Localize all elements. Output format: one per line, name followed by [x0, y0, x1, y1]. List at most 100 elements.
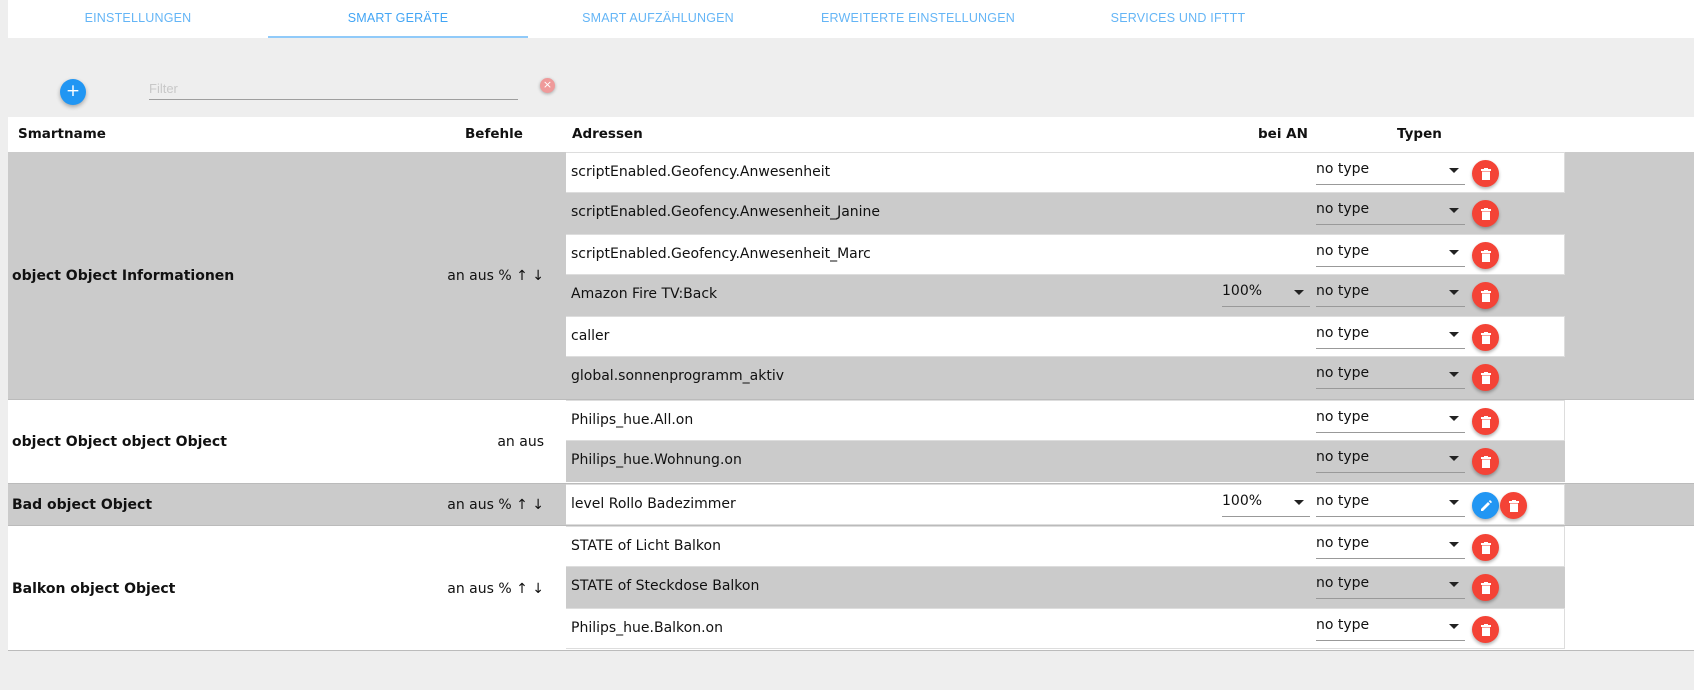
- address-row: Amazon Fire TV:Back 100% no type: [566, 275, 1565, 316]
- type-value: no type: [1316, 535, 1370, 551]
- type-value: no type: [1316, 201, 1370, 217]
- tab-einstellungen[interactable]: EINSTELLUNGEN: [8, 0, 268, 38]
- type-select[interactable]: no type: [1316, 535, 1465, 559]
- pencil-icon: [1480, 499, 1492, 511]
- address-row: STATE of Licht Balkon no type: [566, 526, 1565, 567]
- caret-down-icon: [1449, 208, 1459, 213]
- address-row: global.sonnenprogramm_aktiv no type: [566, 357, 1565, 398]
- trash-icon: [1508, 499, 1519, 512]
- delete-button[interactable]: [1472, 200, 1499, 227]
- type-select[interactable]: no type: [1316, 161, 1465, 185]
- caret-down-icon: [1449, 542, 1459, 547]
- page: EINSTELLUNGEN SMART GERÄTE SMART AUFZÄHLUN…: [8, 0, 1694, 690]
- address-row: STATE of Steckdose Balkon no type: [566, 567, 1565, 608]
- bei-an-value: 100%: [1222, 283, 1263, 299]
- type-select[interactable]: no type: [1316, 575, 1465, 599]
- address-name: STATE of Steckdose Balkon: [571, 578, 760, 594]
- trash-icon: [1480, 249, 1491, 262]
- caret-down-icon: [1449, 168, 1459, 173]
- type-value: no type: [1316, 325, 1370, 341]
- trash-icon: [1480, 415, 1491, 428]
- delete-button[interactable]: [1472, 282, 1499, 309]
- tab-erweiterte-einstellungen[interactable]: ERWEITERTE EINSTELLUNGEN: [788, 0, 1048, 38]
- caret-down-icon: [1449, 250, 1459, 255]
- type-select[interactable]: no type: [1316, 283, 1465, 307]
- trash-icon: [1480, 371, 1491, 384]
- bei-an-select[interactable]: 100%: [1222, 283, 1310, 307]
- smartname[interactable]: Bad object Object: [12, 497, 152, 513]
- delete-button[interactable]: [1472, 408, 1499, 435]
- trash-icon: [1480, 541, 1491, 554]
- clear-filter-button[interactable]: ×: [540, 78, 555, 93]
- address-row: Philips_hue.Wohnung.on no type: [566, 441, 1565, 482]
- caret-down-icon: [1449, 500, 1459, 505]
- bei-an-select[interactable]: 100%: [1222, 493, 1310, 517]
- address-row: scriptEnabled.Geofency.Anwesenheit_Janin…: [566, 193, 1565, 234]
- header-befehle: Befehle: [465, 126, 523, 142]
- type-select[interactable]: no type: [1316, 325, 1465, 349]
- commands: an aus % ↑ ↓: [447, 268, 544, 284]
- address-row: scriptEnabled.Geofency.Anwesenheit_Marc n…: [566, 234, 1565, 275]
- address-row: Philips_hue.All.on no type: [566, 400, 1565, 441]
- address-row: scriptEnabled.Geofency.Anwesenheit no typ…: [566, 152, 1565, 193]
- caret-down-icon: [1449, 372, 1459, 377]
- delete-button[interactable]: [1472, 574, 1499, 601]
- type-select[interactable]: no type: [1316, 243, 1465, 267]
- delete-button[interactable]: [1500, 492, 1527, 519]
- filter-input[interactable]: [149, 78, 518, 100]
- type-value: no type: [1316, 409, 1370, 425]
- device-group: Bad object Object an aus % ↑ ↓ level Roll…: [8, 484, 1694, 526]
- trash-icon: [1480, 167, 1491, 180]
- type-value: no type: [1316, 449, 1370, 465]
- type-value: no type: [1316, 493, 1370, 509]
- type-select[interactable]: no type: [1316, 409, 1465, 433]
- type-select[interactable]: no type: [1316, 493, 1465, 517]
- address-name: level Rollo Badezimmer: [571, 496, 736, 512]
- address-name: Amazon Fire TV:Back: [571, 286, 718, 302]
- trash-icon: [1480, 289, 1491, 302]
- bei-an-value: 100%: [1222, 493, 1263, 509]
- caret-down-icon: [1294, 500, 1304, 505]
- delete-button[interactable]: [1472, 364, 1499, 391]
- caret-down-icon: [1294, 290, 1304, 295]
- delete-button[interactable]: [1472, 324, 1499, 351]
- type-value: no type: [1316, 283, 1370, 299]
- commands: an aus % ↑ ↓: [447, 580, 544, 597]
- trash-icon: [1480, 581, 1491, 594]
- address-name: scriptEnabled.Geofency.Anwesenheit: [571, 164, 831, 180]
- caret-down-icon: [1449, 290, 1459, 295]
- smartname[interactable]: object Object Informationen: [12, 268, 234, 284]
- delete-button[interactable]: [1472, 160, 1499, 187]
- caret-down-icon: [1449, 456, 1459, 461]
- smartname[interactable]: object Object object Object: [12, 434, 227, 450]
- edit-button[interactable]: [1472, 492, 1499, 519]
- type-select[interactable]: no type: [1316, 201, 1465, 225]
- table-header: Smartname Befehle Adressen bei AN Typen: [8, 117, 1694, 152]
- header-smartname: Smartname: [18, 126, 106, 142]
- smartname[interactable]: Balkon object Object: [12, 581, 175, 597]
- address-name: scriptEnabled.Geofency.Anwesenheit_Janin…: [571, 204, 881, 220]
- type-value: no type: [1316, 161, 1370, 177]
- device-group: Balkon object Object an aus % ↑ ↓ STATE o…: [8, 526, 1694, 651]
- caret-down-icon: [1449, 582, 1459, 587]
- address-name: Philips_hue.All.on: [571, 412, 694, 428]
- tab-smart-aufzählungen[interactable]: SMART AUFZÄHLUNGEN: [528, 0, 788, 38]
- tab-bar: EINSTELLUNGEN SMART GERÄTE SMART AUFZÄHLUN…: [8, 0, 1694, 38]
- delete-button[interactable]: [1472, 534, 1499, 561]
- address-row: caller no type: [566, 316, 1565, 357]
- commands: an aus: [497, 434, 544, 450]
- address-name: caller: [571, 328, 610, 344]
- type-select[interactable]: no type: [1316, 365, 1465, 389]
- trash-icon: [1480, 455, 1491, 468]
- type-select[interactable]: no type: [1316, 449, 1465, 473]
- caret-down-icon: [1449, 624, 1459, 629]
- delete-button[interactable]: [1472, 448, 1499, 475]
- delete-button[interactable]: [1472, 242, 1499, 269]
- type-select[interactable]: no type: [1316, 617, 1465, 641]
- address-name: Philips_hue.Wohnung.on: [571, 452, 742, 468]
- tab-smart-geräte[interactable]: SMART GERÄTE: [268, 0, 528, 38]
- add-device-button[interactable]: +: [60, 79, 86, 105]
- tab-services-und-ifttt[interactable]: SERVICES UND IFTTT: [1048, 0, 1308, 38]
- address-name: STATE of Licht Balkon: [571, 538, 721, 554]
- delete-button[interactable]: [1472, 616, 1499, 643]
